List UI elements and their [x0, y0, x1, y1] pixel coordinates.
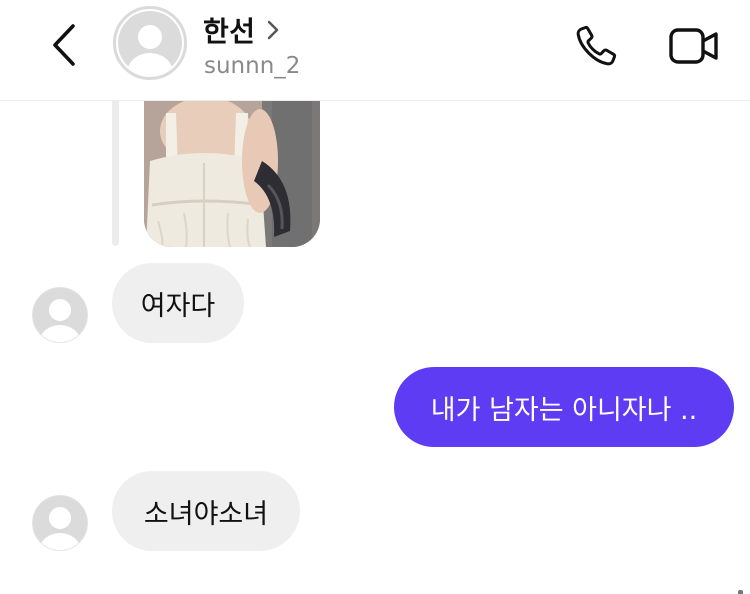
reply-thread-line — [112, 101, 119, 246]
contact-username: sunnn_2 — [204, 53, 301, 79]
contact-avatar[interactable] — [113, 6, 187, 80]
avatar-placeholder-icon — [118, 11, 182, 75]
chat-header: 한선 sunnn_2 — [0, 0, 750, 101]
outgoing-message-bubble[interactable]: 내가 남자는 아니자나 .. — [394, 367, 734, 447]
chevron-right-icon — [266, 18, 280, 42]
contact-profile-link[interactable]: 한선 — [203, 10, 280, 50]
sender-avatar[interactable] — [32, 495, 88, 551]
chevron-left-icon — [53, 24, 75, 66]
incoming-message-bubble[interactable]: 소녀야소녀 — [112, 471, 300, 551]
back-button[interactable] — [40, 20, 88, 70]
video-camera-icon — [669, 28, 718, 64]
chat-screen: 한선 sunnn_2 여자다 내가 남자는 아니자나 .. 소녀야소녀 — [0, 0, 750, 594]
phone-icon — [576, 25, 617, 66]
video-call-button[interactable] — [664, 18, 724, 74]
scroll-indicator — [738, 590, 743, 594]
sender-avatar[interactable] — [32, 287, 88, 343]
contact-name: 한선 — [203, 15, 256, 48]
incoming-message-bubble[interactable]: 여자다 — [112, 263, 244, 343]
voice-call-button[interactable] — [568, 18, 624, 74]
shared-photo[interactable] — [144, 101, 320, 247]
